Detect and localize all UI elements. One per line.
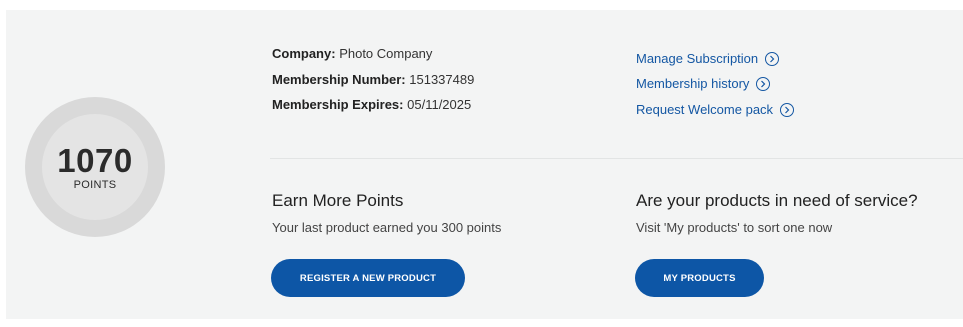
my-products-button[interactable]: MY PRODUCTS — [635, 259, 764, 297]
membership-expires-value: 05/11/2025 — [407, 97, 472, 112]
earn-points-subtitle: Your last product earned you 300 points — [272, 220, 502, 235]
manage-subscription-label: Manage Subscription — [636, 50, 759, 66]
points-label: POINTS — [73, 178, 117, 191]
points-badge: 1070 POINTS — [25, 97, 165, 237]
account-links: Manage Subscription Membership history R… — [636, 46, 795, 123]
membership-number-label: Membership Number: — [272, 71, 406, 87]
manage-subscription-link[interactable]: Manage Subscription — [636, 46, 794, 72]
request-welcome-pack-label: Request Welcome pack — [636, 101, 774, 117]
membership-history-label: Membership history — [636, 76, 750, 92]
membership-number-row: Membership Number: 151337489 — [272, 72, 474, 98]
chevron-right-circle-icon — [756, 77, 771, 92]
membership-number-value: 151337489 — [409, 71, 475, 87]
points-value: 1070 — [57, 141, 133, 179]
section-divider — [270, 158, 963, 159]
membership-expires-row: Membership Expires: 05/11/2025 — [272, 97, 474, 123]
company-value: Photo Company — [339, 46, 433, 61]
chevron-right-circle-icon — [765, 51, 780, 66]
request-welcome-pack-link[interactable]: Request Welcome pack — [636, 97, 795, 123]
points-badge-inner: 1070 POINTS — [42, 114, 148, 220]
membership-panel: 1070 POINTS Company: Photo Company Membe… — [6, 10, 963, 319]
membership-expires-label: Membership Expires: — [272, 97, 404, 112]
membership-history-link[interactable]: Membership history — [636, 72, 794, 98]
earn-points-title: Earn More Points — [272, 191, 404, 210]
company-row: Company: Photo Company — [272, 46, 474, 72]
service-subtitle: Visit 'My products' to sort one now — [636, 220, 833, 235]
company-label: Company: — [272, 46, 336, 61]
register-product-button[interactable]: REGISTER A NEW PRODUCT — [271, 259, 465, 297]
account-info: Company: Photo Company Membership Number… — [272, 46, 474, 123]
service-title: Are your products in need of service? — [636, 191, 918, 210]
chevron-right-circle-icon — [780, 102, 795, 117]
